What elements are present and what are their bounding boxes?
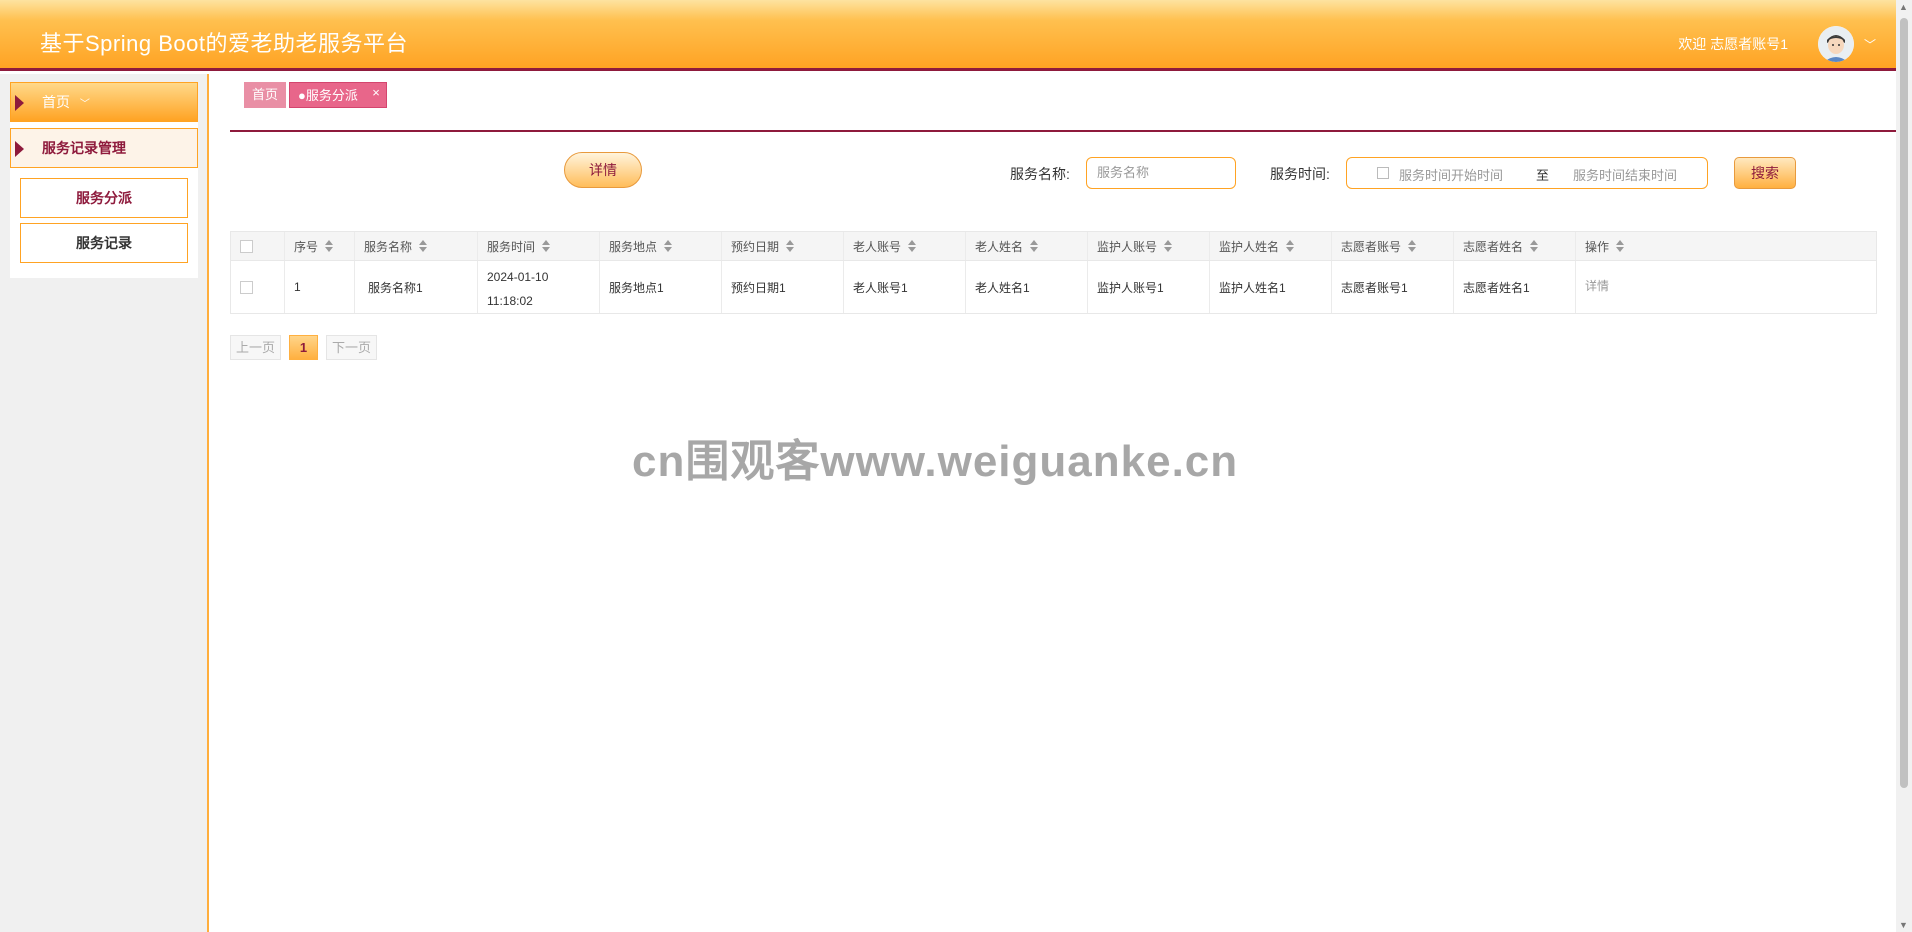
column-header[interactable]: 老人姓名 xyxy=(966,232,1088,260)
app-title: 基于Spring Boot的爱老助老服务平台 xyxy=(40,31,408,56)
triangle-right-icon xyxy=(15,141,24,157)
scroll-up-icon[interactable]: ▲ xyxy=(1899,2,1908,12)
column-header[interactable]: 预约日期 xyxy=(722,232,844,260)
range-separator: 至 xyxy=(1536,168,1550,183)
table-cell: 志愿者姓名1 xyxy=(1454,261,1576,313)
sort-icon[interactable] xyxy=(1286,240,1295,252)
sort-icon[interactable] xyxy=(908,240,917,252)
column-header[interactable]: 志愿者姓名 xyxy=(1454,232,1576,260)
column-header[interactable]: 服务地点 xyxy=(600,232,722,260)
sort-icon[interactable] xyxy=(1530,240,1539,252)
table-cell: 老人姓名1 xyxy=(966,261,1088,313)
service-name-label: 服务名称: xyxy=(1010,166,1070,182)
service-time-range-picker[interactable]: 服务时间开始时间 至 服务时间结束时间 xyxy=(1346,157,1708,189)
sort-icon[interactable] xyxy=(1164,240,1173,252)
detail-button[interactable]: 详情 xyxy=(564,152,642,188)
column-header[interactable]: 序号 xyxy=(285,232,355,260)
row-detail-link[interactable]: 详情 xyxy=(1585,277,1609,294)
scroll-down-icon[interactable]: ▼ xyxy=(1899,920,1908,930)
sidebar-item-label: 首页 xyxy=(42,94,70,110)
column-header[interactable]: 志愿者账号 xyxy=(1332,232,1454,260)
table-cell: 志愿者账号1 xyxy=(1332,261,1454,313)
column-header[interactable]: 服务时间 xyxy=(478,232,600,260)
sort-icon[interactable] xyxy=(1030,240,1039,252)
sort-icon[interactable] xyxy=(325,240,334,252)
tab-bar: 首页 ●服务分派 × xyxy=(244,82,390,108)
tab-label: ●服务分派 xyxy=(298,88,358,103)
column-header[interactable]: 监护人姓名 xyxy=(1210,232,1332,260)
welcome-text: 欢迎 志愿者账号1 xyxy=(1678,36,1788,52)
row-select-cell[interactable] xyxy=(231,261,285,313)
action-cell: 详情 xyxy=(1576,261,1876,313)
top-header: 基于Spring Boot的爱老助老服务平台 欢迎 志愿者账号1 ﹀ xyxy=(0,0,1896,71)
avatar-icon xyxy=(1818,26,1854,62)
table-cell: 服务地点1 xyxy=(600,261,722,313)
table-cell: 监护人账号1 xyxy=(1088,261,1210,313)
tab-divider xyxy=(230,130,1896,132)
sidebar-group-service-records[interactable]: 服务记录管理 xyxy=(10,128,198,168)
chevron-down-icon: ﹀ xyxy=(79,99,90,110)
calendar-icon xyxy=(1377,167,1389,179)
table-cell: 老人账号1 xyxy=(844,261,966,313)
column-header[interactable]: 操作 xyxy=(1576,232,1876,260)
sidebar-item-service-record[interactable]: 服务记录 xyxy=(20,223,188,263)
user-avatar[interactable] xyxy=(1818,26,1854,62)
table-row[interactable]: 1 服务名称1 2024-01-10 11:18:02 服务地点1 预约日期1 … xyxy=(231,261,1876,313)
sort-icon[interactable] xyxy=(1616,240,1625,252)
select-all-cell[interactable] xyxy=(231,232,285,260)
pagination: 上一页 1 下一页 xyxy=(230,335,385,360)
tab-service-dispatch[interactable]: ●服务分派 × xyxy=(289,82,387,108)
sort-icon[interactable] xyxy=(419,240,428,252)
row-checkbox[interactable] xyxy=(240,280,253,294)
sidebar-item-service-dispatch[interactable]: 服务分派 xyxy=(20,178,188,218)
page-scrollbar[interactable]: ▲ ▼ xyxy=(1896,0,1912,932)
prev-page-button[interactable]: 上一页 xyxy=(230,335,282,360)
sort-icon[interactable] xyxy=(1408,240,1417,252)
table-cell: 服务名称1 xyxy=(355,261,478,313)
service-time-label: 服务时间: xyxy=(1270,166,1330,182)
end-date-input[interactable]: 服务时间结束时间 xyxy=(1573,165,1677,184)
watermark-text: cn围观客www.weiguanke.cn xyxy=(632,437,1239,486)
page-number-button[interactable]: 1 xyxy=(289,335,319,360)
table-cell: 2024-01-10 11:18:02 xyxy=(478,261,600,313)
column-header[interactable]: 老人账号 xyxy=(844,232,966,260)
sidebar-item-home[interactable]: 首页 ﹀ xyxy=(10,82,198,122)
table-cell: 监护人姓名1 xyxy=(1210,261,1332,313)
column-header[interactable]: 监护人账号 xyxy=(1088,232,1210,260)
select-all-checkbox[interactable] xyxy=(240,239,253,253)
table-cell: 预约日期1 xyxy=(722,261,844,313)
table-cell: 1 xyxy=(285,261,355,313)
service-name-input[interactable]: 服务名称 xyxy=(1086,157,1236,189)
next-page-button[interactable]: 下一页 xyxy=(326,335,378,360)
sidebar-group-label: 服务记录管理 xyxy=(42,140,126,156)
sort-icon[interactable] xyxy=(664,240,673,252)
sidebar-menu: 首页 ﹀ 服务记录管理 服务分派 服务记录 xyxy=(10,82,198,278)
sidebar: 首页 ﹀ 服务记录管理 服务分派 服务记录 xyxy=(0,74,209,932)
sort-icon[interactable] xyxy=(786,240,795,252)
scrollbar-thumb[interactable] xyxy=(1900,18,1908,788)
table-header-row: 序号 服务名称 服务时间 服务地点 预约日期 老人账号 老人姓名 监护人账号 监… xyxy=(231,232,1876,261)
triangle-right-icon xyxy=(15,95,24,111)
search-button[interactable]: 搜索 xyxy=(1734,157,1796,189)
start-date-input[interactable]: 服务时间开始时间 xyxy=(1399,165,1503,184)
close-icon[interactable]: × xyxy=(372,80,380,106)
sort-icon[interactable] xyxy=(542,240,551,252)
column-header[interactable]: 服务名称 xyxy=(355,232,478,260)
tab-home[interactable]: 首页 xyxy=(244,82,287,108)
user-menu-caret-icon[interactable]: ﹀ xyxy=(1864,36,1876,53)
data-table: 序号 服务名称 服务时间 服务地点 预约日期 老人账号 老人姓名 监护人账号 监… xyxy=(230,231,1877,314)
